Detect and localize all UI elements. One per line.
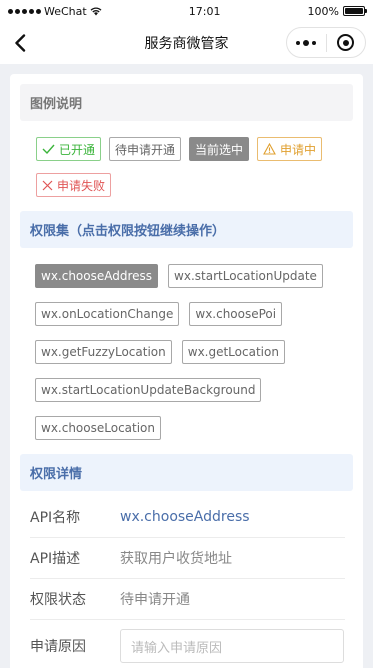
permissions-header: 权限集（点击权限按钮继续操作） bbox=[20, 211, 353, 248]
battery-icon bbox=[343, 6, 367, 16]
permission-button[interactable]: wx.startLocationUpdateBackground bbox=[35, 378, 262, 402]
api-name-row: API名称 wx.chooseAddress bbox=[30, 497, 345, 538]
permission-button[interactable]: wx.onLocationChange bbox=[35, 302, 180, 326]
permission-button[interactable]: wx.getFuzzyLocation bbox=[35, 340, 172, 364]
back-button[interactable] bbox=[8, 31, 32, 55]
close-miniprogram-button[interactable] bbox=[327, 34, 366, 51]
legend-label: 待申请开通 bbox=[115, 142, 176, 157]
reason-label: 申请原因 bbox=[30, 639, 86, 655]
target-icon bbox=[337, 34, 355, 51]
api-desc-label: API描述 bbox=[30, 551, 81, 567]
legend-tag-ok: 已开通 bbox=[36, 137, 102, 161]
legend-label: 当前选中 bbox=[195, 142, 244, 157]
legend-label: 已开通 bbox=[59, 142, 96, 157]
page-title: 服务商微管家 bbox=[144, 36, 229, 52]
details-header: 权限详情 bbox=[20, 454, 353, 491]
permission-button[interactable]: wx.chooseAddress bbox=[35, 264, 159, 288]
more-button[interactable] bbox=[287, 39, 326, 46]
battery-area: 100% bbox=[307, 4, 367, 18]
permission-button[interactable]: wx.startLocationUpdate bbox=[168, 264, 323, 288]
api-name-label: API名称 bbox=[30, 510, 81, 526]
legend-label: 申请失败 bbox=[57, 178, 106, 193]
details-list: API名称 wx.chooseAddress API描述 获取用户收货地址 权限… bbox=[20, 497, 353, 668]
api-desc-value: 获取用户收货地址 bbox=[120, 551, 232, 567]
details-title: 权限详情 bbox=[30, 467, 83, 482]
warning-icon bbox=[263, 143, 276, 155]
wifi-icon bbox=[90, 6, 102, 15]
legend-list: 已开通 待申请开通 当前选中 申请中 申请失败 bbox=[20, 121, 353, 201]
reason-row: 申请原因 请输入申请原因 bbox=[30, 620, 345, 668]
status-bar: WeChat 17:01 100% bbox=[0, 0, 373, 22]
nav-bar: 服务商微管家 bbox=[0, 22, 373, 64]
carrier-name: WeChat bbox=[44, 4, 87, 18]
status-value: 待申请开通 bbox=[120, 592, 190, 608]
permission-button[interactable]: wx.chooseLocation bbox=[35, 416, 162, 440]
reason-input[interactable]: 请输入申请原因 bbox=[120, 629, 344, 663]
permission-list: wx.chooseAddress wx.startLocationUpdate … bbox=[20, 248, 353, 452]
reason-placeholder: 请输入申请原因 bbox=[131, 640, 223, 656]
cross-icon bbox=[42, 180, 53, 190]
permission-button[interactable]: wx.choosePoi bbox=[189, 302, 283, 326]
legend-tag-current: 当前选中 bbox=[189, 137, 250, 161]
permissions-title: 权限集（点击权限按钮继续操作） bbox=[30, 224, 226, 239]
legend-tag-pending: 待申请开通 bbox=[109, 137, 182, 161]
legend-label: 申请中 bbox=[280, 142, 317, 157]
legend-title: 图例说明 bbox=[30, 97, 83, 112]
legend-header: 图例说明 bbox=[20, 84, 353, 121]
legend-tag-applying: 申请中 bbox=[257, 137, 323, 161]
signal-carrier: WeChat bbox=[8, 5, 102, 18]
legend-tag-failed: 申请失败 bbox=[36, 173, 112, 197]
chevron-left-icon bbox=[15, 34, 26, 52]
check-icon bbox=[42, 144, 55, 154]
clock: 17:01 bbox=[188, 4, 221, 18]
capsule-menu bbox=[286, 27, 366, 58]
main-card: 图例说明 已开通 待申请开通 当前选中 申请中 申请失败 权限集（点击权限按钮继… bbox=[10, 74, 363, 668]
battery-percent: 100% bbox=[307, 4, 339, 18]
status-label: 权限状态 bbox=[30, 592, 86, 608]
api-name-value: wx.chooseAddress bbox=[120, 509, 250, 525]
status-row: 权限状态 待申请开通 bbox=[30, 579, 345, 620]
api-desc-row: API描述 获取用户收货地址 bbox=[30, 538, 345, 579]
permission-button[interactable]: wx.getLocation bbox=[181, 340, 285, 364]
signal-icon bbox=[8, 8, 41, 14]
